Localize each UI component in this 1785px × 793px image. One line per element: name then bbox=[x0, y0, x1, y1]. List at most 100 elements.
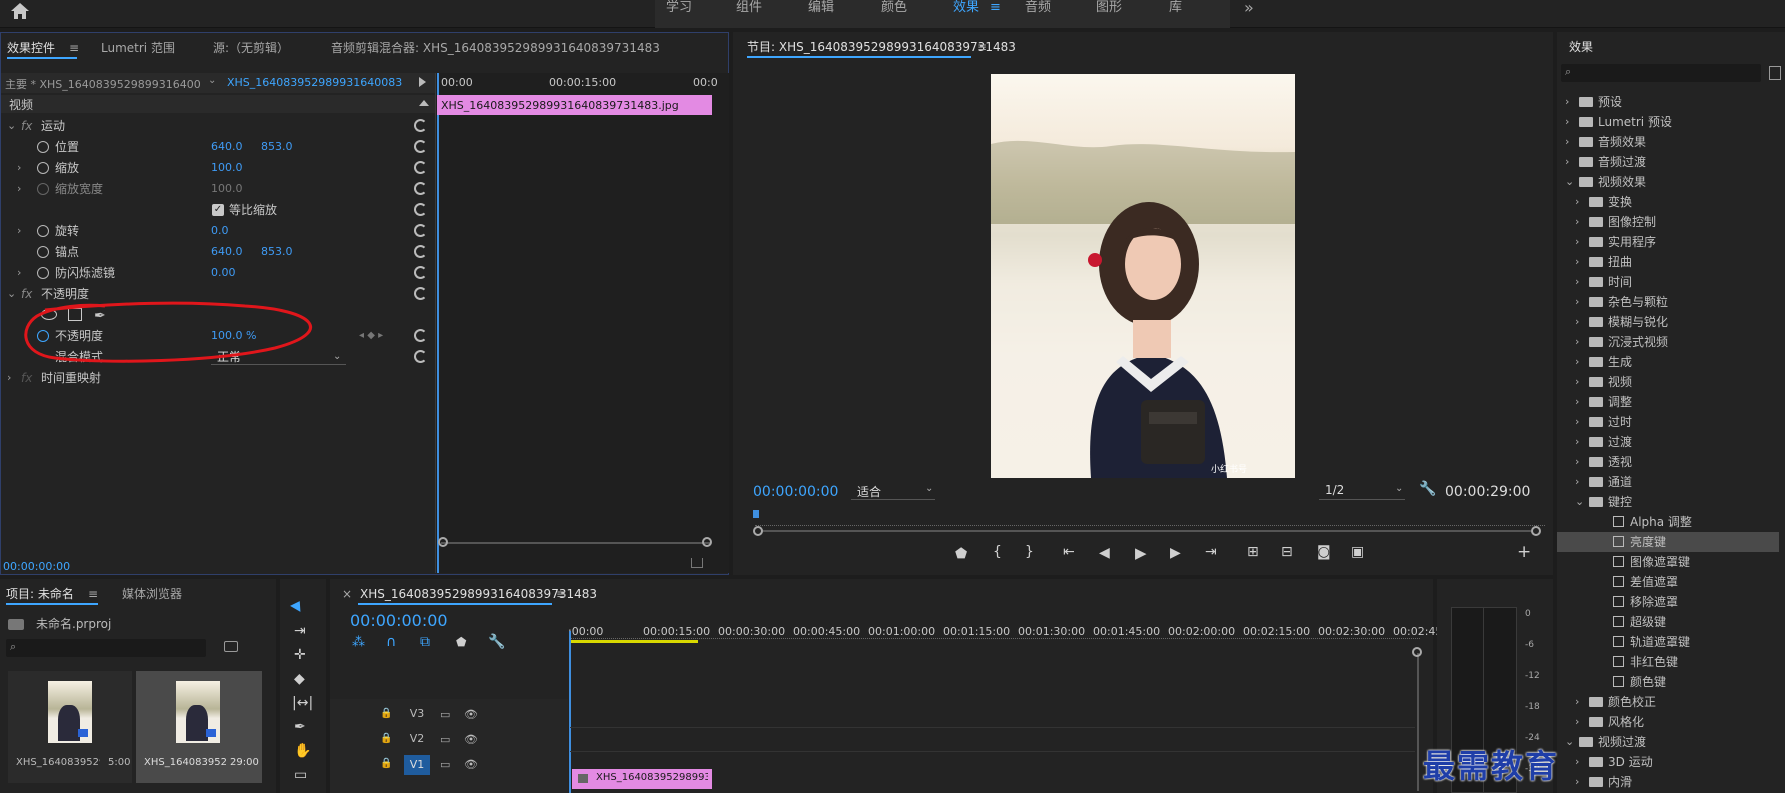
motion-row[interactable]: ⌄ fx 运动 bbox=[1, 116, 435, 136]
effects-tree-item[interactable]: › 实用程序 bbox=[1557, 232, 1779, 252]
reset-icon[interactable] bbox=[414, 266, 427, 279]
effects-tree-item[interactable]: › 透视 bbox=[1557, 452, 1779, 472]
workspace-audio[interactable]: 音频 bbox=[1025, 0, 1051, 28]
effects-tree-item[interactable]: › 内滑 bbox=[1557, 772, 1779, 792]
chevron-right-icon[interactable]: › bbox=[1575, 752, 1579, 772]
reset-icon[interactable] bbox=[414, 182, 427, 195]
find-icon[interactable] bbox=[224, 641, 238, 652]
chevron-right-icon[interactable]: › bbox=[1565, 112, 1569, 132]
chevron-right-icon[interactable]: › bbox=[1575, 432, 1579, 452]
chevron-right-icon[interactable]: › bbox=[1575, 372, 1579, 392]
effects-tree-item[interactable]: 轨道遮罩键 bbox=[1557, 632, 1779, 652]
pen-tool-icon[interactable]: ✒ bbox=[294, 719, 306, 735]
effects-tree-item[interactable]: › 生成 bbox=[1557, 352, 1779, 372]
position-x[interactable]: 640.0 bbox=[211, 137, 243, 157]
reset-icon[interactable] bbox=[414, 161, 427, 174]
type-tool-icon[interactable]: ▭ bbox=[294, 767, 307, 783]
home-icon[interactable] bbox=[10, 2, 30, 20]
effects-tree-item[interactable]: › 图像控制 bbox=[1557, 212, 1779, 232]
chevron-right-icon[interactable]: › bbox=[1565, 92, 1569, 112]
mini-timeline[interactable] bbox=[435, 73, 729, 573]
track-select-icon[interactable]: ⇥ bbox=[294, 623, 306, 639]
effects-tree-item[interactable]: › 模糊与锐化 bbox=[1557, 312, 1779, 332]
effects-tree-item[interactable]: › 调整 bbox=[1557, 392, 1779, 412]
scale-value[interactable]: 100.0 bbox=[211, 158, 243, 178]
mark-out-icon[interactable]: } bbox=[1025, 544, 1034, 560]
reset-icon[interactable] bbox=[414, 224, 427, 237]
workspace-menu-icon[interactable]: ≡ bbox=[990, 0, 1001, 28]
chevron-right-icon[interactable]: › bbox=[1575, 252, 1579, 272]
effects-tree-item[interactable]: › 沉浸式视频 bbox=[1557, 332, 1779, 352]
go-to-in-icon[interactable]: ⇤ bbox=[1063, 544, 1075, 560]
reset-icon[interactable] bbox=[414, 287, 427, 300]
program-scrubber[interactable] bbox=[755, 518, 1545, 526]
sync-icon[interactable]: ▭ bbox=[440, 708, 450, 721]
tab-audio-clip-mixer[interactable]: 音频剪辑混合器: XHS_16408395298993164083973148​… bbox=[331, 37, 660, 59]
chevron-right-icon[interactable]: › bbox=[1575, 692, 1579, 712]
eye-icon[interactable]: 👁 bbox=[464, 708, 478, 721]
snap-icon[interactable]: ∩ bbox=[386, 634, 396, 650]
sequence-clip-label[interactable]: XHS_164083952989931640083973... bbox=[227, 76, 402, 89]
effects-tree-item[interactable]: 亮度键 bbox=[1557, 532, 1779, 552]
time-remap-row[interactable]: › fx 时间重映射 bbox=[1, 368, 435, 388]
export-icon[interactable] bbox=[691, 558, 703, 568]
chevron-down-icon[interactable]: ⌄ bbox=[1565, 172, 1574, 192]
anchor-y[interactable]: 853.0 bbox=[261, 242, 293, 262]
workspace-color[interactable]: 颜色 bbox=[881, 0, 907, 28]
chevron-down-icon[interactable]: ⌄ bbox=[208, 75, 216, 86]
effects-tree-item[interactable]: › 视频 bbox=[1557, 372, 1779, 392]
rotation-value[interactable]: 0.0 bbox=[211, 221, 229, 241]
workspace-assembly[interactable]: 组件 bbox=[736, 0, 762, 28]
go-to-out-icon[interactable]: ⇥ bbox=[1205, 544, 1217, 560]
tab-effect-controls[interactable]: 效果控件 bbox=[7, 37, 55, 59]
program-playhead[interactable] bbox=[753, 510, 759, 518]
master-clip-label[interactable]: 主要 * XHS_164083952989931640083... bbox=[5, 76, 201, 92]
reset-icon[interactable] bbox=[414, 140, 427, 153]
stopwatch-icon[interactable] bbox=[37, 246, 49, 258]
tab-lumetri-scopes[interactable]: Lumetri 范围 bbox=[101, 37, 175, 59]
sync-icon[interactable]: ▭ bbox=[440, 758, 450, 771]
wrench-icon[interactable]: 🔧 bbox=[1419, 481, 1436, 497]
eye-icon[interactable]: 👁 bbox=[464, 733, 478, 746]
chevron-right-icon[interactable]: › bbox=[1575, 392, 1579, 412]
chevron-right-icon[interactable]: › bbox=[1575, 232, 1579, 252]
track-label-v3[interactable]: V3 bbox=[404, 707, 430, 725]
add-button-icon[interactable]: + bbox=[1517, 542, 1531, 562]
effects-tree-item[interactable]: › 过时 bbox=[1557, 412, 1779, 432]
workspace-effects[interactable]: 效果 bbox=[953, 0, 979, 28]
add-marker-icon[interactable]: ⬟ bbox=[955, 546, 967, 562]
selection-tool-icon[interactable] bbox=[290, 598, 305, 612]
stopwatch-icon[interactable] bbox=[37, 162, 49, 174]
effects-tree-item[interactable]: › 3D 运动 bbox=[1557, 752, 1779, 772]
track-label-v2[interactable]: V2 bbox=[404, 732, 430, 750]
effects-tree-item[interactable]: ⌄ 键控 bbox=[1557, 492, 1779, 512]
lift-icon[interactable]: ⊞ bbox=[1247, 544, 1259, 560]
effects-tree-item[interactable]: 移除遮罩 bbox=[1557, 592, 1779, 612]
comparison-view-icon[interactable]: ▣ bbox=[1351, 544, 1364, 560]
workspace-graphics[interactable]: 图形 bbox=[1096, 0, 1122, 28]
mini-scroll[interactable] bbox=[441, 542, 711, 544]
effects-tree-item[interactable]: › 过渡 bbox=[1557, 432, 1779, 452]
timeline-settings-icon[interactable]: 🔧 bbox=[488, 634, 505, 650]
chevron-right-icon[interactable]: › bbox=[1575, 412, 1579, 432]
keyframe-nav-icon[interactable]: ◂ ◆ ▸ bbox=[359, 326, 383, 346]
chevron-right-icon[interactable]: › bbox=[1575, 472, 1579, 492]
stopwatch-icon[interactable] bbox=[37, 225, 49, 237]
chevron-right-icon[interactable]: › bbox=[1575, 772, 1579, 792]
anchor-x[interactable]: 640.0 bbox=[211, 242, 243, 262]
slip-tool-icon[interactable]: |↔| bbox=[292, 695, 313, 711]
flicker-value[interactable]: 0.00 bbox=[211, 263, 236, 283]
timeline-timecode[interactable]: 00:00:00:00 bbox=[350, 611, 448, 630]
effects-tree-item[interactable]: › 音频效果 bbox=[1557, 132, 1779, 152]
export-frame-icon[interactable]: ◙ bbox=[1317, 544, 1331, 560]
tab-menu-icon[interactable]: ≡ bbox=[69, 37, 79, 59]
collapse-icon[interactable] bbox=[419, 100, 429, 106]
reset-icon[interactable] bbox=[414, 350, 427, 363]
sync-icon[interactable]: ▭ bbox=[440, 733, 450, 746]
effect-controls-timecode[interactable]: 00:00:00:00 bbox=[3, 560, 70, 573]
razor-tool-icon[interactable]: ◆ bbox=[294, 671, 305, 687]
effects-tree-item[interactable]: ⌄ 视频过渡 bbox=[1557, 732, 1779, 752]
chevron-right-icon[interactable]: › bbox=[1575, 312, 1579, 332]
effects-tree-item[interactable]: › 音频过渡 bbox=[1557, 152, 1779, 172]
chevron-down-icon[interactable]: ⌄ bbox=[1565, 732, 1574, 752]
